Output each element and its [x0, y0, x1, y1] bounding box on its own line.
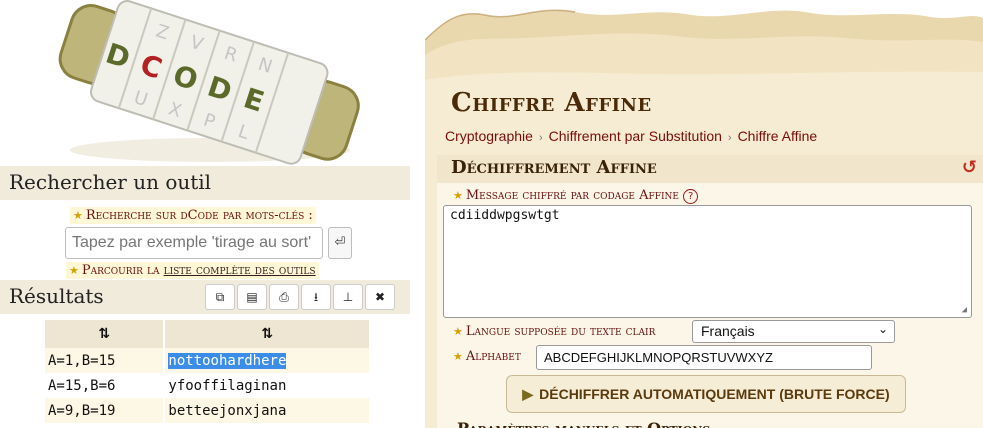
play-icon: ▶ [522, 386, 534, 402]
chevron-down-icon: ⌄ [877, 322, 888, 336]
result-text[interactable]: yfooffilaginan [164, 373, 371, 398]
sort-column-key[interactable]: ⇅ [45, 320, 166, 348]
panel-title: Déchiffrement Affine [451, 157, 657, 178]
result-text[interactable]: nottoohardhere [164, 348, 371, 373]
print-button[interactable]: ⎙ [269, 284, 299, 310]
breadcrumb-item-cryptographie[interactable]: Cryptographie [445, 128, 533, 144]
clipboard-button[interactable]: ▤ [237, 284, 267, 310]
breadcrumb-separator-icon: › [727, 132, 732, 144]
parchment-edge-decoration [425, 0, 983, 95]
dcode-logo[interactable]: D C O D E ZVRN UXPL [40, 0, 380, 165]
browse-prefix: Parcourir la [81, 263, 164, 278]
close-button[interactable]: ✖ [365, 284, 395, 310]
star-icon: ★ [73, 209, 83, 222]
reset-icon[interactable]: ↺ [962, 157, 977, 178]
result-key: A=15,B=6 [45, 373, 166, 398]
page-title: Chiffre Affine [451, 88, 652, 118]
ciphertext-textarea[interactable]: cdiiddwpgswtgt ◢ [443, 205, 972, 318]
main-content: Chiffre Affine Cryptographie › Chiffrement… [425, 0, 983, 428]
star-icon: ★ [453, 325, 463, 338]
table-row: A=1,B=15 nottoohardhere [45, 348, 371, 373]
star-icon: ★ [453, 350, 463, 363]
browse-tools-label: ★ Parcourir la liste complète des outils [66, 262, 319, 279]
result-text[interactable]: betteejonxjana [164, 398, 371, 423]
help-icon[interactable]: ? [683, 189, 699, 204]
download-button[interactable]: ⭳ [301, 284, 331, 310]
search-submit-button[interactable]: ⏎ [328, 227, 352, 259]
resize-handle-icon[interactable]: ◢ [962, 305, 967, 315]
search-label: ★ Recherche sur dCode par mots-clés : [70, 207, 316, 224]
manual-parameters-heading: Paramètres manuels et Options [457, 419, 710, 428]
star-icon: ★ [453, 189, 463, 202]
breadcrumb-item-affine[interactable]: Chiffre Affine [738, 128, 818, 144]
brute-force-label: DÉCHIFFRER AUTOMATIQUEMENT (BRUTE FORCE) [539, 386, 890, 402]
table-row: A=9,B=19 betteejonxjana [45, 398, 371, 423]
panel-header: Déchiffrement Affine ↺ [437, 155, 983, 183]
search-heading: Rechercher un outil [0, 166, 410, 200]
sort-column-text[interactable]: ⇅ [164, 320, 371, 348]
decrypt-panel: Déchiffrement Affine ↺ ★ Message chiffré … [437, 155, 983, 428]
result-key: A=9,B=19 [45, 398, 166, 423]
language-selected-value: Français [701, 323, 755, 339]
dcode-cryptex-image: D C O D E ZVRN UXPL [58, 0, 360, 165]
tools-list-link[interactable]: liste complète des outils [164, 263, 316, 278]
brute-force-decrypt-button[interactable]: ▶ DÉCHIFFRER AUTOMATIQUEMENT (BRUTE FORCE… [506, 375, 906, 413]
search-label-text: Recherche sur dCode par mots-clés : [85, 208, 313, 223]
alphabet-input[interactable]: ABCDEFGHIJKLMNOPQRSTUVWXYZ [536, 345, 872, 370]
pin-button[interactable]: ⊥ [333, 284, 363, 310]
tool-search-input[interactable] [65, 227, 323, 259]
star-icon: ★ [69, 264, 79, 277]
message-label: ★ Message chiffré par codage Affine ? [453, 188, 699, 204]
language-label: ★ Langue supposée du texte clair [453, 324, 655, 339]
breadcrumb: Cryptographie › Chiffrement par Substituti… [445, 128, 817, 144]
alphabet-label: ★ Alphabet [453, 349, 521, 364]
selected-result-text[interactable]: nottoohardhere [168, 352, 287, 369]
result-key: A=1,B=15 [45, 348, 166, 373]
message-label-text: Message chiffré par codage Affine [465, 188, 679, 203]
results-toolbar: ⧉ ▤ ⎙ ⭳ ⊥ ✖ [205, 284, 395, 310]
alphabet-label-text: Alphabet [465, 349, 521, 364]
language-label-text: Langue supposée du texte clair [465, 324, 656, 339]
copy-button[interactable]: ⧉ [205, 284, 235, 310]
language-select[interactable]: Français ⌄ [692, 320, 895, 343]
breadcrumb-separator-icon: › [538, 132, 543, 144]
breadcrumb-item-substitution[interactable]: Chiffrement par Substitution [549, 128, 722, 144]
ciphertext-value: cdiiddwpgswtgt [450, 208, 560, 223]
results-table: ⇅ ⇅ A=1,B=15 nottoohardhere A=15,B=6 yfo… [45, 320, 371, 423]
table-row: A=15,B=6 yfooffilaginan [45, 373, 371, 398]
left-column: D C O D E ZVRN UXPL Rechercher un outil … [0, 0, 410, 428]
